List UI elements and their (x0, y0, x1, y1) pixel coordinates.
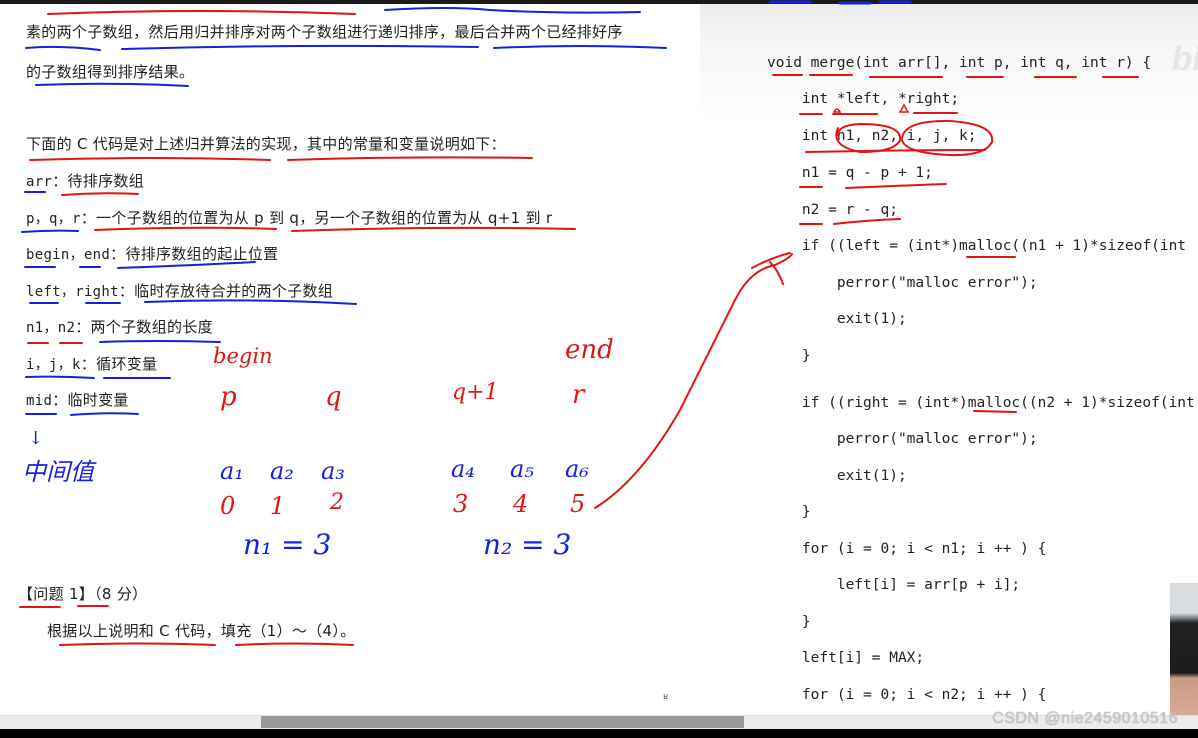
element-a2: a₂ (270, 457, 294, 485)
element-a1: a₁ (220, 457, 244, 485)
intro-line-2: 的子数组得到排序结果。 (26, 63, 195, 81)
var-begin-end: begin，end：待排序数组的起止位置 (26, 245, 279, 263)
intro-line-1: 素的两个子数组，然后用归并排序对两个子数组进行递归排序，最后合并两个已经排好序 (26, 23, 623, 41)
code-line-7: perror("malloc error"); (767, 275, 1038, 291)
code-line-2: int *left, *right; (767, 91, 960, 107)
var-desc: 待排序数组的起止位置 (125, 245, 279, 263)
handwritten-end: end (565, 335, 614, 365)
csdn-watermark: CSDN @nie2459010516 (992, 710, 1178, 727)
handwritten-q-plus-1: q+1 (452, 380, 499, 405)
code-line-17: left[i] = MAX; (767, 650, 925, 666)
var-desc: 临时存放待合并的两个子数组 (134, 282, 334, 300)
code-line-6: if ((left = (int*)malloc((n1 + 1)*sizeof… (767, 238, 1187, 254)
cursor-mark: ʁ (663, 692, 669, 702)
var-name: left，right (26, 284, 119, 300)
var-name: begin，end (26, 247, 111, 263)
var-ijk: i，j，k：循环变量 (26, 355, 158, 373)
element-a5: a₅ (510, 455, 534, 483)
code-line-15: left[i] = arr[p + i]; (767, 577, 1021, 593)
var-pqr: p，q，r：一个子数组的位置为从 p 到 q，另一个子数组的位置为从 q+1 到… (26, 209, 553, 227)
var-name: i，j，k (26, 357, 81, 373)
var-name: mid (26, 393, 53, 409)
index-0: 0 (220, 492, 236, 520)
index-2: 2 (330, 490, 344, 515)
index-5: 5 (570, 490, 586, 518)
var-desc: 循环变量 (96, 355, 158, 373)
handwritten-r: r (572, 380, 585, 410)
code-line-5: n2 = r - q; (767, 202, 898, 218)
code-line-10: if ((right = (int*)malloc((n2 + 1)*sizeo… (767, 395, 1195, 411)
n1-note: n₁ = 3 (243, 528, 332, 561)
scrollbar-thumb[interactable] (261, 716, 744, 728)
var-desc: 临时变量 (67, 391, 129, 409)
handwritten-begin: begin (213, 344, 273, 368)
n2-note: n₂ = 3 (483, 528, 572, 561)
handwritten-mid-note: 中间值 (22, 458, 94, 486)
code-line-11: perror("malloc error"); (767, 431, 1038, 447)
code-line-12: exit(1); (767, 468, 907, 484)
handwritten-q: q (325, 382, 342, 412)
index-4: 4 (513, 490, 529, 518)
code-line-9: } (767, 348, 811, 364)
bottom-edge-bar (0, 729, 1198, 738)
var-name: p，q，r (26, 211, 81, 227)
code-line-18: for (i = 0; i < n2; i ++ ) { (767, 687, 1047, 703)
var-desc: 两个子数组的长度 (90, 318, 213, 336)
handwritten-down-arrow-icon: ↓ (28, 428, 44, 449)
var-name: n1，n2 (26, 320, 76, 336)
code-line-14: for (i = 0; i < n1; i ++ ) { (767, 541, 1047, 557)
code-line-4: n1 = q - p + 1; (767, 165, 933, 181)
var-desc: 待排序数组 (67, 172, 145, 190)
code-line-1: void merge(int arr[], int p, int q, int … (767, 55, 1152, 71)
var-n1-n2: n1，n2：两个子数组的长度 (26, 318, 213, 336)
var-mid: mid：临时变量 (26, 391, 129, 409)
var-desc: 一个子数组的位置为从 p 到 q，另一个子数组的位置为从 q+1 到 r (96, 209, 553, 227)
element-a3: a₃ (321, 457, 345, 485)
code-line-16: } (767, 614, 811, 630)
webcam-overlay (1170, 583, 1198, 715)
element-a6: a₆ (565, 455, 589, 483)
question-heading: 【问题 1】（8 分） (18, 583, 147, 604)
index-1: 1 (270, 492, 286, 520)
handwritten-p: p (220, 382, 237, 412)
index-3: 3 (453, 490, 469, 518)
question-title: 【问题 1】 (18, 585, 95, 603)
var-left-right: left，right：临时存放待合并的两个子数组 (26, 282, 334, 300)
var-arr: arr：待排序数组 (26, 172, 145, 190)
element-a4: a₄ (451, 455, 475, 483)
code-line-3: int n1, n2, i, j, k; (767, 128, 977, 144)
code-line-13: } (767, 504, 811, 520)
var-name: arr (26, 174, 53, 190)
code-intro: 下面的 C 代码是对上述归并算法的实现，其中的常量和变量说明如下： (26, 135, 506, 153)
question-score: （8 分） (94, 585, 148, 603)
question-text: 根据以上说明和 C 代码，填充（1）～（4）。 (47, 622, 356, 640)
code-line-8: exit(1); (767, 311, 907, 327)
